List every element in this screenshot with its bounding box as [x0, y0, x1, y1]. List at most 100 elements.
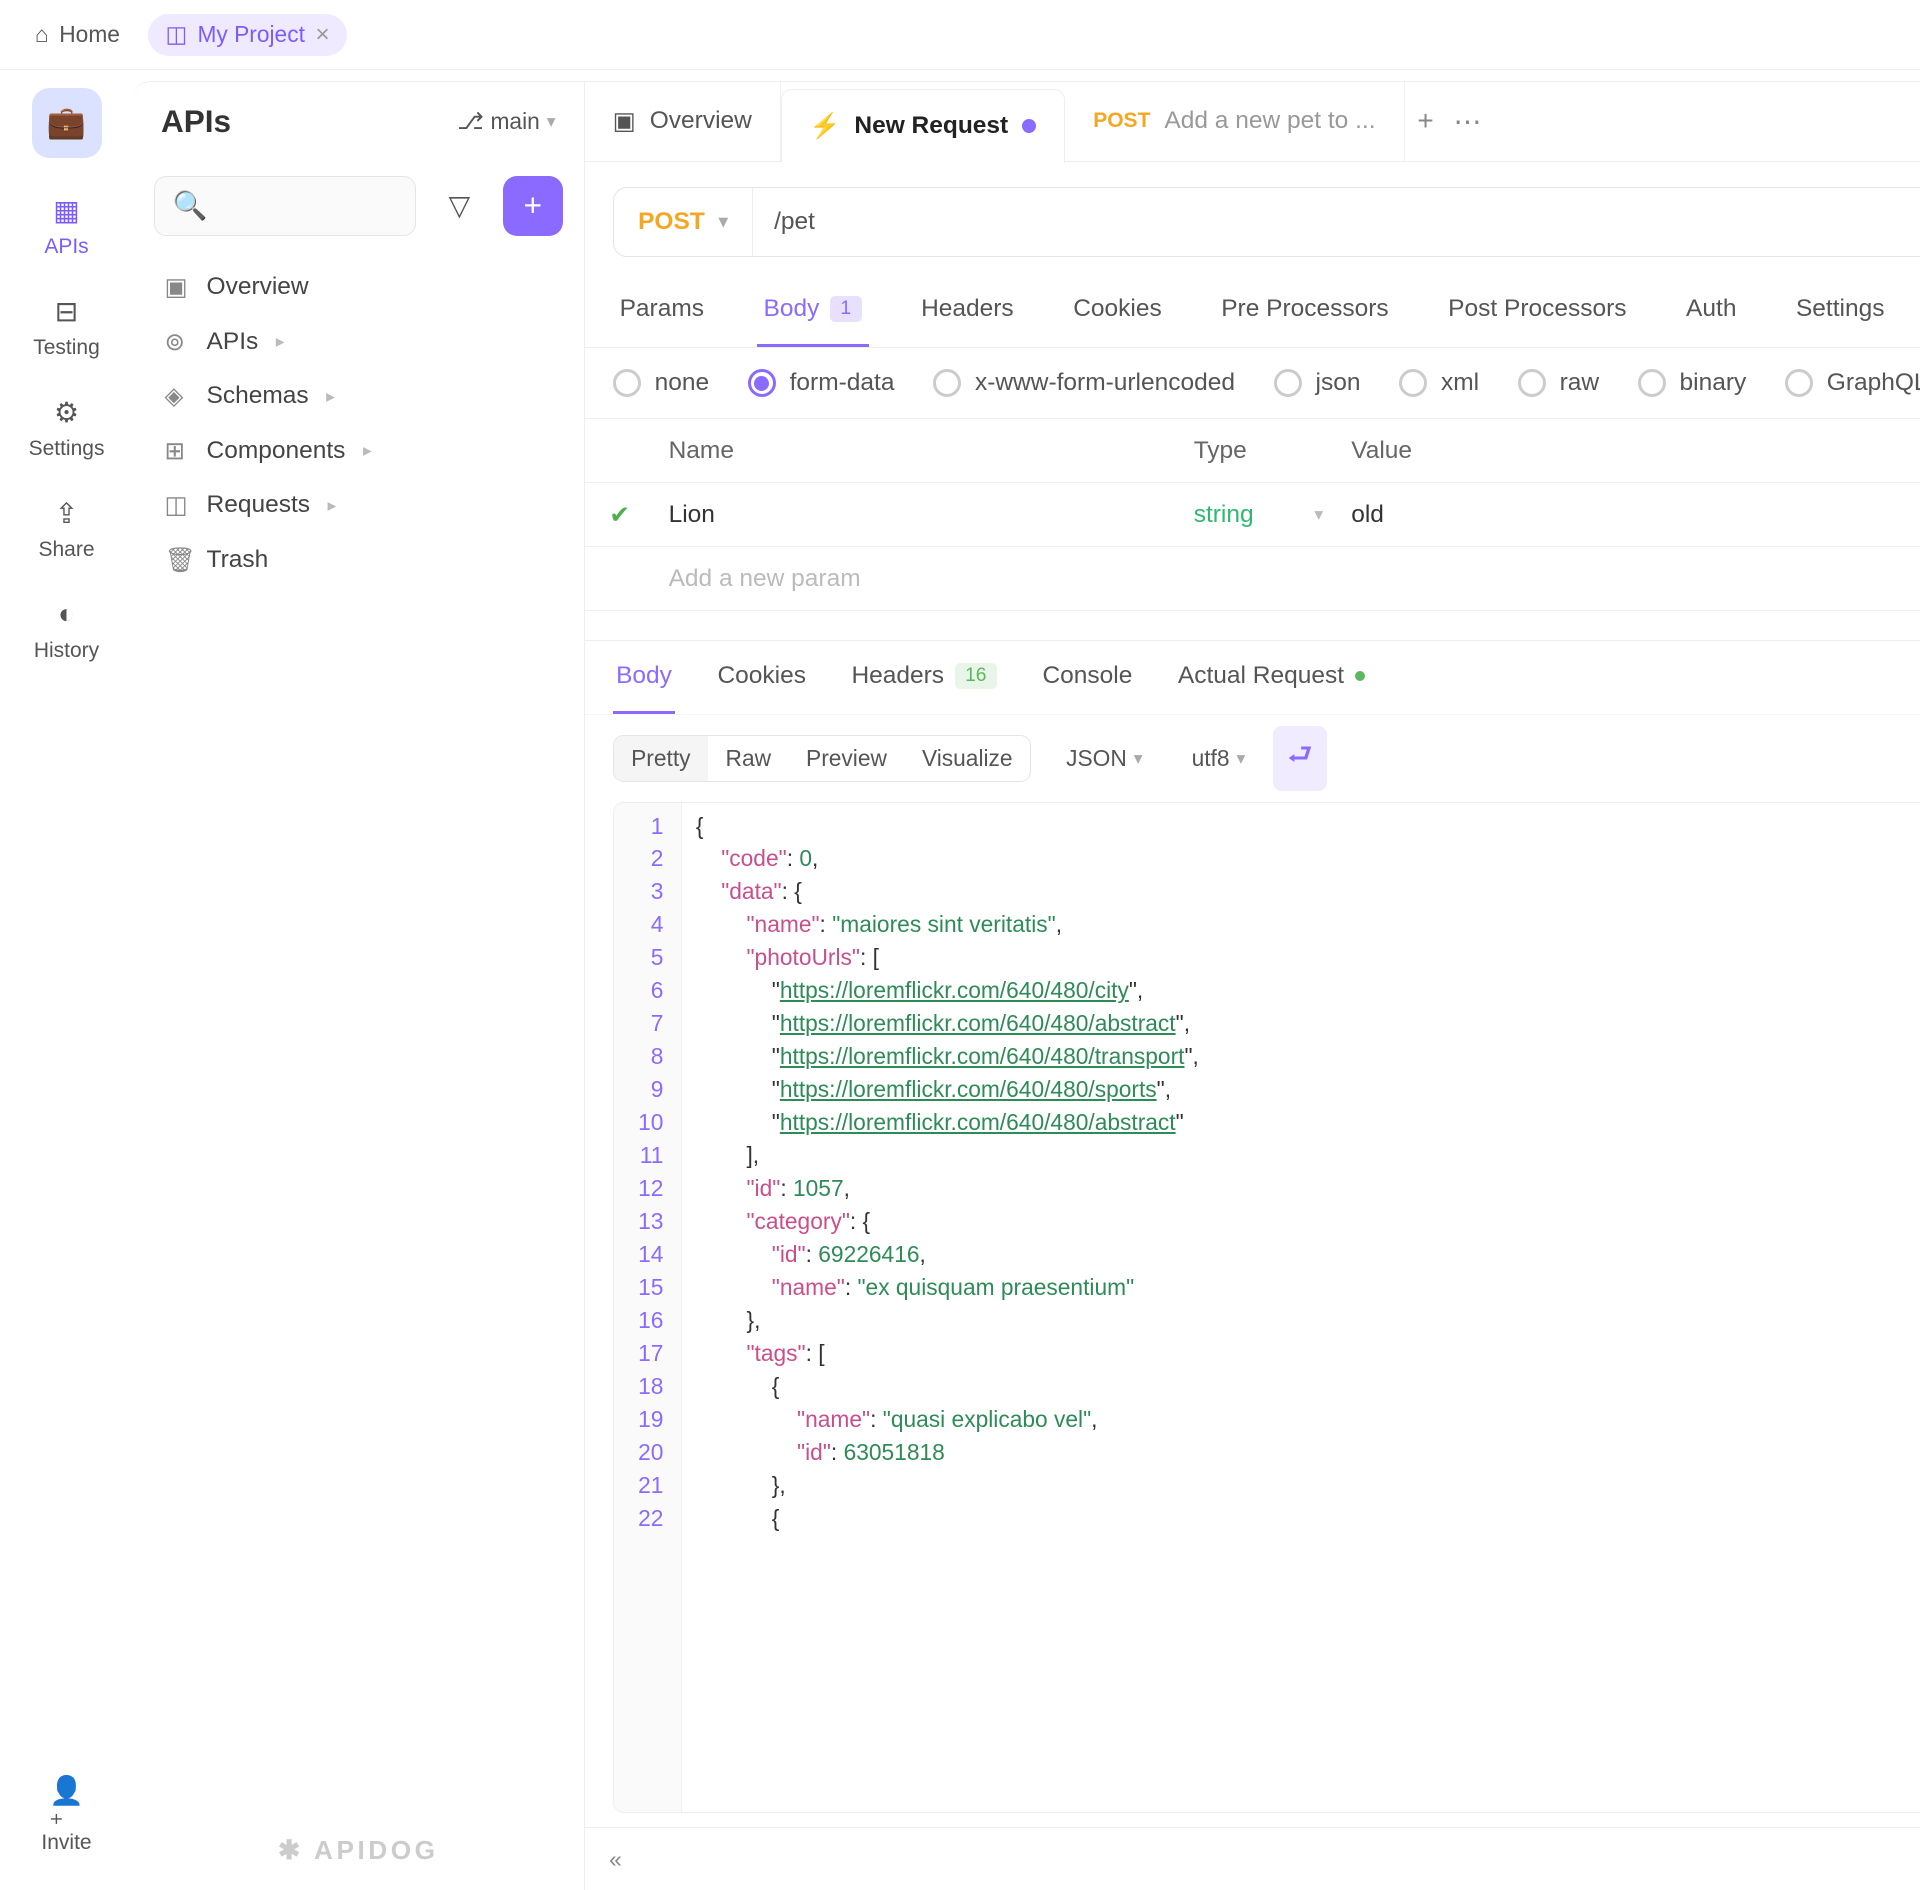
resize-handle[interactable]: ••• — [585, 611, 1920, 640]
rail-label-settings: Settings — [29, 437, 105, 461]
tab-request-settings[interactable]: Settings — [1789, 274, 1892, 347]
close-icon[interactable]: × — [315, 21, 329, 49]
schemas-icon: ◈ — [165, 381, 193, 411]
search-input[interactable]: 🔍 — [154, 176, 416, 236]
response-tab-cookies[interactable]: Cookies — [714, 641, 810, 714]
radio-xml[interactable]: xml — [1399, 369, 1479, 397]
plus-icon: + — [1417, 105, 1433, 137]
view-visualize[interactable]: Visualize — [904, 736, 1030, 781]
radio-json[interactable]: json — [1274, 369, 1361, 397]
tree-item-requests[interactable]: ◫ Requests ▸ — [140, 478, 577, 533]
format-selector[interactable]: JSON ▾ — [1052, 736, 1156, 781]
add-tab-button[interactable]: + — [1405, 82, 1447, 162]
tab-new-request[interactable]: ⚡ New Request — [781, 89, 1065, 163]
response-tab-headers[interactable]: Headers 16 — [848, 641, 1001, 714]
word-wrap-button[interactable]: ⮐ — [1273, 726, 1326, 792]
requests-icon: ◫ — [165, 490, 193, 520]
radio-form-data[interactable]: form-data — [748, 369, 895, 397]
body-type-radios: none form-data x-www-form-urlencoded jso… — [585, 348, 1920, 418]
radio-icon — [613, 369, 641, 397]
tab-auth[interactable]: Auth — [1679, 274, 1743, 347]
tree-item-apis[interactable]: ⊚ APIs ▸ — [140, 315, 577, 370]
line-gutter: 12345678910111213141516171819202122 — [614, 803, 682, 1813]
radio-urlencoded[interactable]: x-www-form-urlencoded — [933, 369, 1235, 397]
param-type-cell[interactable]: string ▾ — [1180, 483, 1338, 546]
rail-item-history[interactable]: ◐ History — [34, 597, 99, 663]
project-icon: ◫ — [165, 21, 187, 48]
tab-menu-button[interactable]: ⋯ — [1447, 82, 1489, 162]
brand-logo-icon: ✱ — [278, 1835, 304, 1866]
tree-item-trash[interactable]: 🗑 Trash — [140, 533, 577, 588]
tab-label: Auth — [1686, 295, 1736, 323]
tree-label: Components — [207, 437, 346, 465]
method-selector[interactable]: POST ▾ — [614, 188, 754, 256]
url-input[interactable] — [753, 208, 1920, 236]
row-check-icon[interactable]: ✔ — [585, 500, 655, 530]
content-area: ▣ Overview ⚡ New Request POST Add a new … — [585, 81, 1920, 1890]
radio-binary[interactable]: binary — [1638, 369, 1747, 397]
tab-post-processors[interactable]: Post Processors — [1441, 274, 1633, 347]
bolt-icon: ⚡ — [810, 111, 841, 141]
view-preview[interactable]: Preview — [789, 736, 905, 781]
tab-headers[interactable]: Headers — [914, 274, 1021, 347]
caret-right-icon: ▸ — [328, 495, 337, 516]
table-row-add[interactable]: Add a new param — [585, 547, 1920, 611]
rail-item-share[interactable]: ⇪ Share — [38, 496, 94, 562]
response-tab-body[interactable]: Body — [613, 641, 676, 714]
tab-label: Actual Request — [1178, 662, 1344, 690]
nav-rail: 💼 ▦ APIs ⊟ Testing ⚙ Settings ⇪ Share ◐ … — [0, 70, 133, 1890]
branch-selector[interactable]: ⎇ main ▾ — [457, 108, 555, 135]
tab-label: Overview — [650, 107, 752, 135]
tab-cookies[interactable]: Cookies — [1066, 274, 1169, 347]
tab-add-pet[interactable]: POST Add a new pet to ... — [1065, 82, 1404, 162]
home-button[interactable]: ⌂ Home — [18, 14, 138, 55]
tree-item-schemas[interactable]: ◈ Schemas ▸ — [140, 369, 577, 424]
app-logo[interactable]: 💼 — [32, 88, 102, 158]
encoding-selector[interactable]: utf8 ▾ — [1178, 736, 1260, 781]
tab-label: Headers — [921, 295, 1014, 323]
add-param-placeholder: Add a new param — [655, 547, 1180, 610]
response-toolbar: Pretty Raw Preview Visualize JSON ▾ utf8… — [585, 715, 1920, 802]
project-tab[interactable]: ◫ My Project × — [148, 14, 347, 56]
tab-label: Body — [764, 295, 820, 323]
view-pretty[interactable]: Pretty — [614, 736, 708, 781]
url-row: POST ▾ Send ▾ Save ▾ — [585, 162, 1920, 274]
rail-item-apis[interactable]: ▦ APIs — [44, 193, 88, 259]
tree-item-overview[interactable]: ▣ Overview — [140, 260, 577, 315]
radio-raw[interactable]: raw — [1518, 369, 1599, 397]
filter-button[interactable]: ▽ — [430, 176, 490, 236]
radio-label: binary — [1680, 369, 1747, 397]
response-code-viewer[interactable]: 12345678910111213141516171819202122 { "c… — [613, 802, 1920, 1814]
chevron-down-icon: ▾ — [1314, 504, 1323, 525]
tab-params[interactable]: Params — [613, 274, 711, 347]
tab-pre-processors[interactable]: Pre Processors — [1214, 274, 1395, 347]
param-table: Name Type Value ✔ Lion string ▾ old More… — [585, 418, 1920, 611]
response-tab-console[interactable]: Console — [1039, 641, 1136, 714]
radio-label: form-data — [790, 369, 895, 397]
encoding-value: utf8 — [1192, 745, 1230, 772]
tab-overview[interactable]: ▣ Overview — [585, 82, 781, 162]
response-tab-actual[interactable]: Actual Request — [1174, 641, 1368, 714]
code-body: { "code": 0, "data": { "name": "maiores … — [682, 803, 1920, 1813]
chevron-down-icon: ▾ — [719, 211, 728, 232]
table-row[interactable]: ✔ Lion string ▾ old More ⊖ — [585, 483, 1920, 547]
headers-count-badge: 16 — [955, 663, 997, 689]
tree-label: Requests — [207, 491, 311, 519]
body-count-badge: 1 — [830, 296, 862, 322]
brand-footer: ✱ APIDOG — [133, 1810, 584, 1890]
tab-label: Add a new pet to ... — [1164, 107, 1375, 135]
add-button[interactable]: + — [503, 176, 563, 236]
tab-body[interactable]: Body 1 — [757, 274, 869, 347]
rail-item-testing[interactable]: ⊟ Testing — [33, 294, 100, 360]
share-icon: ⇪ — [49, 496, 84, 531]
rail-item-invite[interactable]: 👤⁺ Invite — [41, 1789, 91, 1855]
caret-right-icon: ▸ — [363, 440, 372, 461]
param-value-cell[interactable]: old — [1337, 483, 1920, 546]
collapse-sidebar-icon[interactable]: « — [609, 1846, 622, 1873]
rail-item-settings[interactable]: ⚙ Settings — [29, 395, 105, 461]
param-name-cell[interactable]: Lion — [655, 483, 1180, 546]
tree-item-components[interactable]: ⊞ Components ▸ — [140, 424, 577, 479]
radio-graphql[interactable]: GraphQL — [1785, 369, 1920, 397]
radio-none[interactable]: none — [613, 369, 710, 397]
view-raw[interactable]: Raw — [708, 736, 789, 781]
